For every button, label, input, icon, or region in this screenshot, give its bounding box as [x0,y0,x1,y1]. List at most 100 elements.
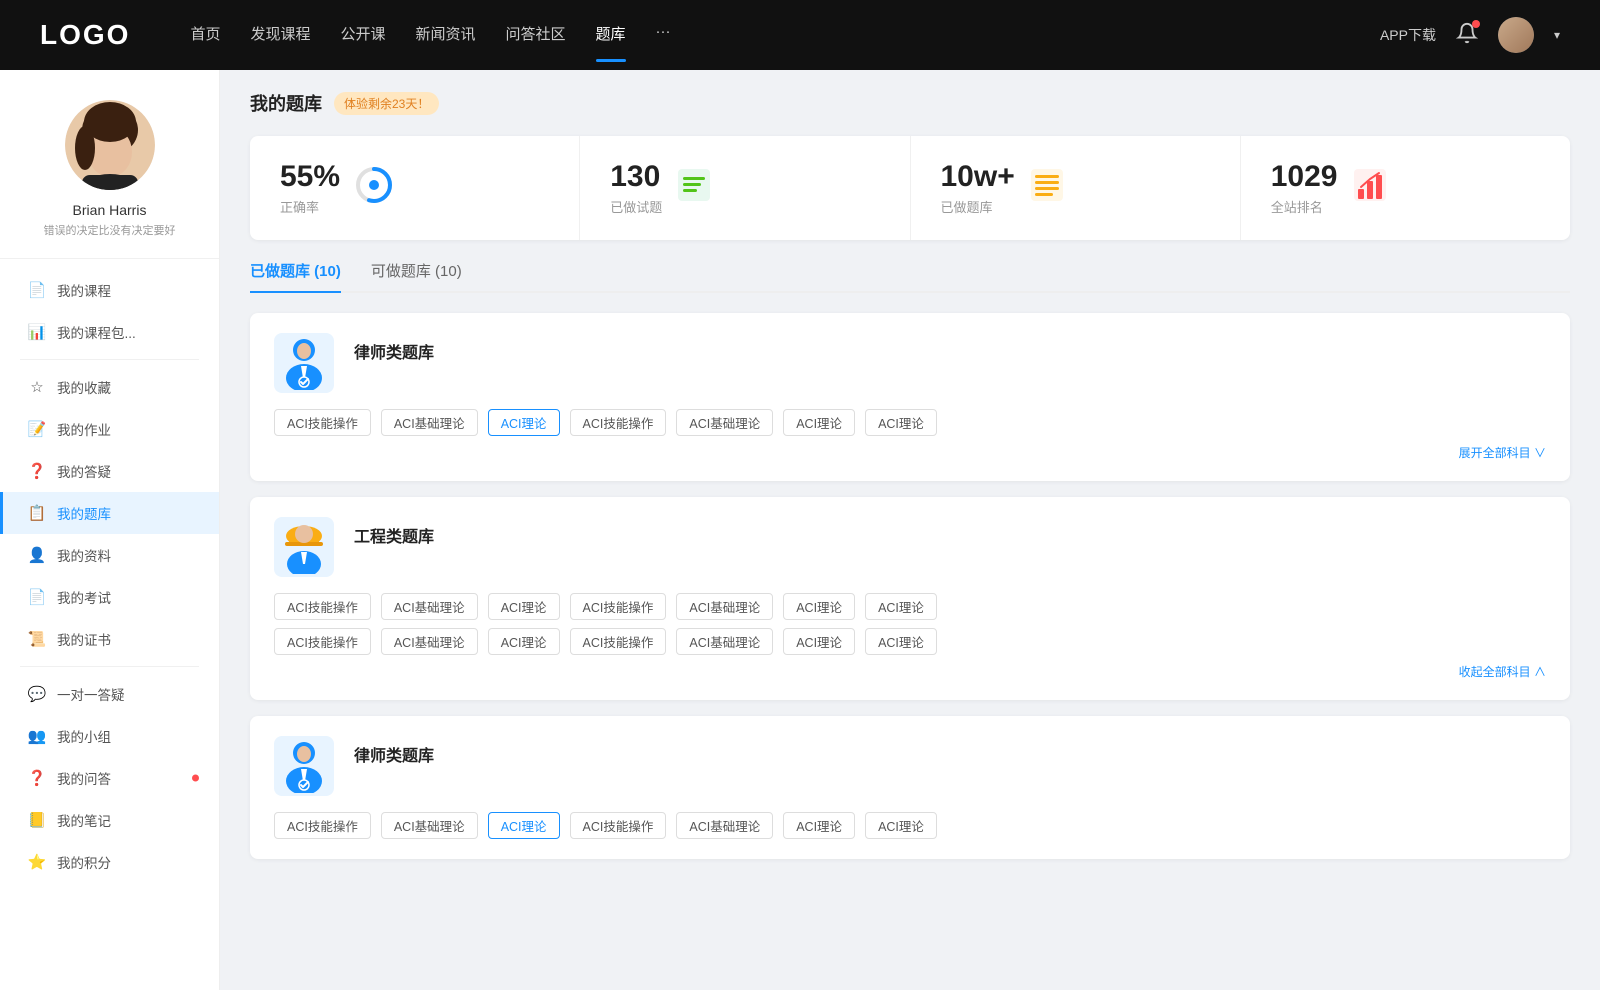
bank-name-engineer: 工程类题库 [354,523,434,547]
bank-tag[interactable]: ACI基础理论 [676,593,773,620]
avatar-image [1498,17,1534,53]
avatar-dropdown-arrow[interactable]: ▾ [1554,28,1560,42]
bank-tag[interactable]: ACI基础理论 [381,593,478,620]
collapse-engineer[interactable]: 收起全部科目 ∧ [274,663,1546,680]
course-packages-icon: 📊 [27,323,47,341]
profile-avatar [65,100,155,190]
stat-done-banks-label: 已做题库 [941,197,1015,216]
group-icon: 👥 [27,727,47,745]
bank-tag[interactable]: ACI理论 [865,409,937,436]
notes-icon: 📒 [27,811,47,829]
bank-tag[interactable]: ACI理论 [783,409,855,436]
bank-tag[interactable]: ACI基础理论 [381,812,478,839]
sidebar-item-my-courses[interactable]: 📄 我的课程 [0,269,219,311]
tabs: 已做题库 (10) 可做题库 (10) [250,260,1570,293]
app-download-link[interactable]: APP下载 [1380,25,1436,45]
bank-tag[interactable]: ACI理论 [488,593,560,620]
profile-name: Brian Harris [73,202,147,218]
group-label: 我的小组 [57,726,195,746]
stat-rank-value: 1029 [1271,160,1338,193]
bank-tag[interactable]: ACI基础理论 [676,628,773,655]
bank-tag-selected[interactable]: ACI理论 [488,409,560,436]
bank-tag[interactable]: ACI技能操作 [274,812,371,839]
sidebar-item-points[interactable]: ⭐ 我的积分 [0,841,219,883]
sidebar-menu: 📄 我的课程 📊 我的课程包... ☆ 我的收藏 📝 我的作业 ❓ 我的答疑 � [0,269,219,883]
exam-label: 我的考试 [57,587,195,607]
bank-tag[interactable]: ACI基础理论 [676,409,773,436]
nav-question-bank[interactable]: 题库 [596,23,626,48]
sidebar-item-favorites[interactable]: ☆ 我的收藏 [0,366,219,408]
bank-tag[interactable]: ACI基础理论 [381,409,478,436]
bank-tag[interactable]: ACI基础理论 [676,812,773,839]
sidebar-item-notes[interactable]: 📒 我的笔记 [0,799,219,841]
sidebar-item-homework[interactable]: 📝 我的作业 [0,408,219,450]
sidebar-divider-2 [20,666,199,667]
bank-tag[interactable]: ACI技能操作 [274,409,371,436]
bank-card-lawyer-1-info: 律师类题库 [354,333,434,363]
bank-tag[interactable]: ACI技能操作 [570,593,667,620]
nav-open-course[interactable]: 公开课 [340,23,385,48]
sidebar-item-questions[interactable]: ❓ 我的答疑 [0,450,219,492]
nav-more[interactable]: ··· [656,23,671,48]
stat-done-questions-info: 130 已做试题 [610,160,662,216]
sidebar-item-my-qa[interactable]: ❓ 我的问答 [0,757,219,799]
question-bank-icon: 📋 [27,504,47,522]
questions-icon: ❓ [27,462,47,480]
notification-dot [1472,20,1480,28]
bank-card-engineer-header: 工程类题库 [274,517,1546,577]
bank-tag[interactable]: ACI技能操作 [570,628,667,655]
stat-accuracy: 55% 正确率 [250,136,580,240]
profile-motto: 错误的决定比没有决定要好 [44,222,176,238]
stat-done-banks-icon [1029,167,1065,210]
tutoring-icon: 💬 [27,685,47,703]
stat-done-banks-value: 10w+ [941,160,1015,193]
sidebar-item-exam[interactable]: 📄 我的考试 [0,576,219,618]
bank-card-engineer: 工程类题库 ACI技能操作 ACI基础理论 ACI理论 ACI技能操作 ACI基… [250,497,1570,700]
bank-tag[interactable]: ACI技能操作 [570,812,667,839]
bank-tag[interactable]: ACI理论 [783,593,855,620]
my-qa-icon: ❓ [27,769,47,787]
nav-home[interactable]: 首页 [190,23,220,48]
stat-accuracy-label: 正确率 [280,197,340,216]
bank-tag[interactable]: ACI理论 [865,812,937,839]
sidebar-item-certificate[interactable]: 📜 我的证书 [0,618,219,660]
bank-tag[interactable]: ACI理论 [783,812,855,839]
my-qa-label: 我的问答 [57,768,195,788]
sidebar-item-profile[interactable]: 👤 我的资料 [0,534,219,576]
bank-card-engineer-info: 工程类题库 [354,517,434,547]
stat-rank-info: 1029 全站排名 [1271,160,1338,216]
expand-lawyer-1[interactable]: 展开全部科目 ∨ [274,444,1546,461]
exam-icon: 📄 [27,588,47,606]
sidebar-item-question-bank[interactable]: 📋 我的题库 [0,492,219,534]
tutoring-label: 一对一答疑 [57,684,195,704]
page-title: 我的题库 [250,90,322,116]
profile-label: 我的资料 [57,545,195,565]
lawyer-svg-2 [279,739,329,793]
bank-name-lawyer-2: 律师类题库 [354,742,434,766]
sidebar-item-group[interactable]: 👥 我的小组 [0,715,219,757]
bank-tag-selected[interactable]: ACI理论 [488,812,560,839]
sidebar-profile: Brian Harris 错误的决定比没有决定要好 [0,100,219,259]
main-layout: Brian Harris 错误的决定比没有决定要好 📄 我的课程 📊 我的课程包… [0,70,1600,990]
sidebar-item-course-packages[interactable]: 📊 我的课程包... [0,311,219,353]
nav-qa[interactable]: 问答社区 [506,23,566,48]
bank-tag[interactable]: ACI理论 [865,593,937,620]
tab-available[interactable]: 可做题库 (10) [371,260,462,291]
bank-tag[interactable]: ACI理论 [783,628,855,655]
bank-tag[interactable]: ACI理论 [865,628,937,655]
stat-rank: 1029 全站排名 [1241,136,1570,240]
notification-bell[interactable] [1456,22,1478,49]
bank-tag[interactable]: ACI基础理论 [381,628,478,655]
sidebar-item-tutoring[interactable]: 💬 一对一答疑 [0,673,219,715]
bank-tag[interactable]: ACI技能操作 [274,593,371,620]
nav-links: 首页 发现课程 公开课 新闻资讯 问答社区 题库 ··· [190,23,1340,48]
user-avatar[interactable] [1498,17,1534,53]
bank-tag[interactable]: ACI技能操作 [570,409,667,436]
bank-tag[interactable]: ACI理论 [488,628,560,655]
certificate-icon: 📜 [27,630,47,648]
nav-news[interactable]: 新闻资讯 [416,23,476,48]
bank-tag[interactable]: ACI技能操作 [274,628,371,655]
tab-done[interactable]: 已做题库 (10) [250,260,341,291]
nav-discover[interactable]: 发现课程 [250,23,310,48]
nav-right: APP下载 ▾ [1380,17,1560,53]
